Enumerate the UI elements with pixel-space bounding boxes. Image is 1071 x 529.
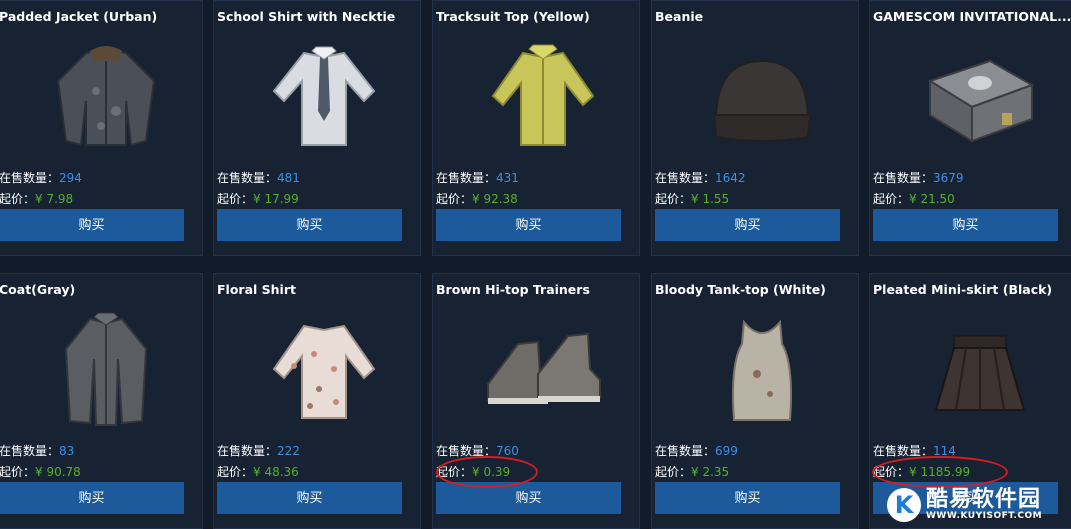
- item-title[interactable]: Floral Shirt: [217, 282, 417, 297]
- stock-row: 在售数量：3679: [873, 169, 964, 186]
- stock-label: 在售数量：: [655, 171, 716, 185]
- item-card[interactable]: Floral Shirt 在售数量：222 起价：¥ 48.36 购买: [213, 273, 421, 529]
- stock-row: 在售数量：481: [217, 169, 300, 186]
- watermark-title: 酷易软件园: [926, 487, 1042, 512]
- stock-label: 在售数量：: [873, 171, 934, 185]
- start-price: ¥ 21.50: [909, 192, 955, 206]
- price-label: 起价：: [217, 465, 254, 479]
- stock-count: 699: [715, 444, 738, 458]
- item-title[interactable]: Brown Hi-top Trainers: [436, 282, 636, 297]
- stock-row: 在售数量：431: [436, 169, 519, 186]
- item-card[interactable]: Brown Hi-top Trainers 在售数量：760 起价：¥ 0.39…: [432, 273, 640, 529]
- item-title[interactable]: Beanie: [655, 9, 855, 24]
- item-card[interactable]: Coat(Gray) 在售数量：83 起价：¥ 90.78 购买: [0, 273, 203, 529]
- item-title[interactable]: Padded Jacket (Urban): [0, 9, 199, 24]
- buy-button[interactable]: 购买: [655, 209, 840, 241]
- price-label: 起价：: [655, 192, 692, 206]
- item-card[interactable]: Bloody Tank-top (White) 在售数量：699 起价：¥ 2.…: [651, 273, 859, 529]
- buy-button[interactable]: 购买: [436, 482, 621, 514]
- stock-row: 在售数量：699: [655, 442, 738, 459]
- buy-button[interactable]: 购买: [217, 482, 402, 514]
- item-title[interactable]: GAMESCOM INVITATIONAL...: [873, 9, 1071, 24]
- tracksuit-top-icon[interactable]: [473, 33, 613, 159]
- coat-icon[interactable]: [36, 306, 176, 432]
- price-row: 起价：¥ 90.78: [0, 463, 81, 480]
- price-row: 起价：¥ 92.38: [436, 190, 518, 207]
- price-row: 起价：¥ 48.36: [217, 463, 299, 480]
- price-row: 起价：¥ 1.55: [655, 190, 729, 207]
- beanie-icon[interactable]: [692, 33, 832, 159]
- stock-count: 481: [277, 171, 300, 185]
- start-price: ¥ 92.38: [472, 192, 518, 206]
- start-price: ¥ 90.78: [35, 465, 81, 479]
- price-label: 起价：: [655, 465, 692, 479]
- buy-button[interactable]: 购买: [436, 209, 621, 241]
- price-label: 起价：: [436, 192, 473, 206]
- stock-label: 在售数量：: [436, 171, 497, 185]
- crate-icon[interactable]: [910, 33, 1050, 159]
- buy-button[interactable]: 购买: [0, 482, 184, 514]
- stock-label: 在售数量：: [217, 171, 278, 185]
- stock-label: 在售数量：: [217, 444, 278, 458]
- school-shirt-icon[interactable]: [254, 33, 394, 159]
- stock-count: 222: [277, 444, 300, 458]
- skirt-icon[interactable]: [910, 306, 1050, 432]
- stock-label: 在售数量：: [0, 171, 60, 185]
- buy-button[interactable]: 购买: [217, 209, 402, 241]
- item-card[interactable]: Tracksuit Top (Yellow) 在售数量：431 起价：¥ 92.…: [432, 0, 640, 256]
- watermark: K 酷易软件园 WWW.KUYISOFT.COM: [887, 485, 1067, 525]
- price-row: 起价：¥ 21.50: [873, 190, 955, 207]
- stock-count: 3679: [933, 171, 964, 185]
- item-card[interactable]: School Shirt with Necktie 在售数量：481 起价：¥ …: [213, 0, 421, 256]
- start-price: ¥ 2.35: [691, 465, 730, 479]
- stock-label: 在售数量：: [0, 444, 60, 458]
- watermark-logo-icon: K: [887, 488, 921, 522]
- stock-count: 83: [59, 444, 75, 458]
- price-label: 起价：: [0, 192, 36, 206]
- start-price: ¥ 1.55: [691, 192, 730, 206]
- stock-row: 在售数量：294: [0, 169, 82, 186]
- item-grid: Padded Jacket (Urban) 在售数量：294 起价：¥ 7.98…: [0, 0, 1071, 529]
- stock-count: 294: [59, 171, 82, 185]
- start-price: ¥ 48.36: [253, 465, 299, 479]
- highlight-circle: [872, 456, 1008, 488]
- buy-button[interactable]: 购买: [0, 209, 184, 241]
- start-price: ¥ 7.98: [35, 192, 74, 206]
- item-title[interactable]: Bloody Tank-top (White): [655, 282, 855, 297]
- price-label: 起价：: [217, 192, 254, 206]
- item-title[interactable]: School Shirt with Necktie: [217, 9, 417, 24]
- floral-shirt-icon[interactable]: [254, 306, 394, 432]
- buy-button[interactable]: 购买: [873, 209, 1058, 241]
- price-row: 起价：¥ 7.98: [0, 190, 73, 207]
- buy-button[interactable]: 购买: [655, 482, 840, 514]
- price-row: 起价：¥ 2.35: [655, 463, 729, 480]
- tank-top-icon[interactable]: [692, 306, 832, 432]
- stock-count: 1642: [715, 171, 746, 185]
- stock-row: 在售数量：222: [217, 442, 300, 459]
- watermark-url: WWW.KUYISOFT.COM: [926, 511, 1043, 521]
- item-title[interactable]: Tracksuit Top (Yellow): [436, 9, 636, 24]
- padded-jacket-icon[interactable]: [36, 33, 176, 159]
- item-title[interactable]: Pleated Mini-skirt (Black): [873, 282, 1071, 297]
- price-label: 起价：: [0, 465, 36, 479]
- highlight-circle: [436, 456, 538, 488]
- item-card[interactable]: Beanie 在售数量：1642 起价：¥ 1.55 购买: [651, 0, 859, 256]
- price-row: 起价：¥ 17.99: [217, 190, 299, 207]
- stock-row: 在售数量：83: [0, 442, 74, 459]
- item-title[interactable]: Coat(Gray): [0, 282, 199, 297]
- stock-row: 在售数量：1642: [655, 169, 746, 186]
- stock-count: 431: [496, 171, 519, 185]
- item-card[interactable]: Padded Jacket (Urban) 在售数量：294 起价：¥ 7.98…: [0, 0, 203, 256]
- start-price: ¥ 17.99: [253, 192, 299, 206]
- item-card[interactable]: GAMESCOM INVITATIONAL... 在售数量：3679 起价：¥ …: [869, 0, 1071, 256]
- stock-label: 在售数量：: [655, 444, 716, 458]
- trainers-icon[interactable]: [473, 306, 613, 432]
- price-label: 起价：: [873, 192, 910, 206]
